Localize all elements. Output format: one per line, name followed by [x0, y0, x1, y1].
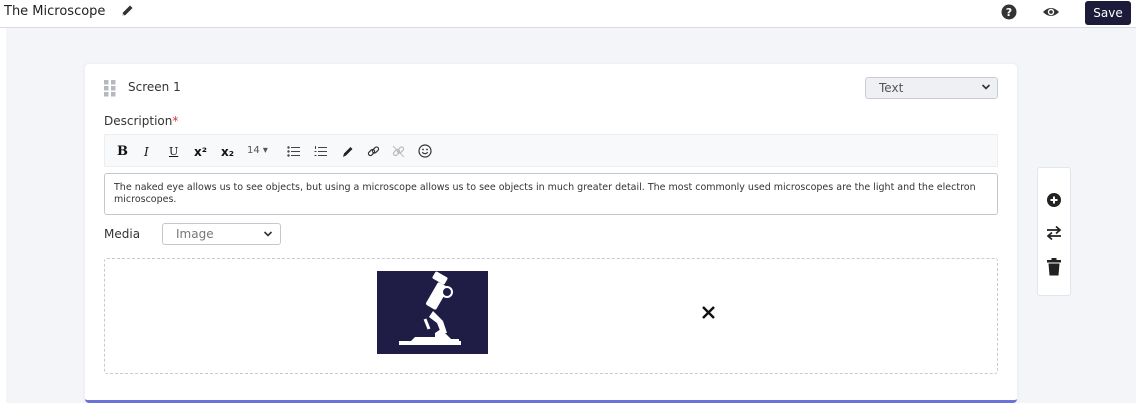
numbered-list-icon[interactable]	[314, 146, 327, 157]
description-editor[interactable]: The naked eye allows us to see objects, …	[104, 173, 998, 215]
media-type-value: Image	[176, 227, 214, 241]
superscript-button[interactable]: x²	[194, 145, 207, 159]
screen-type-select[interactable]: Text	[865, 77, 998, 99]
unlink-icon[interactable]	[392, 145, 405, 158]
screen-label: Screen 1	[128, 80, 181, 94]
top-bar: The Microscope ? Save	[0, 0, 1136, 28]
pencil-icon[interactable]	[119, 3, 135, 19]
remove-image-icon[interactable]	[701, 305, 716, 320]
subscript-button[interactable]: x₂	[221, 145, 234, 159]
text-color-icon[interactable]	[341, 145, 354, 158]
svg-text:?: ?	[1006, 6, 1012, 19]
media-dropzone[interactable]	[104, 258, 998, 374]
side-action-panel	[1037, 167, 1071, 296]
page-title: The Microscope	[4, 4, 106, 19]
bullet-list-icon[interactable]	[287, 146, 300, 157]
chevron-down-icon	[263, 231, 273, 237]
delete-icon[interactable]	[1046, 258, 1062, 276]
underline-button[interactable]: U	[169, 145, 178, 158]
swap-icon[interactable]	[1046, 225, 1062, 241]
font-size-value: 14	[247, 145, 260, 156]
description-label: Description*	[104, 114, 178, 128]
font-size-select[interactable]: 14 ▾	[247, 145, 268, 156]
description-label-text: Description	[104, 114, 173, 128]
link-icon[interactable]	[367, 145, 380, 158]
eye-icon[interactable]	[1042, 5, 1060, 19]
drag-handle-icon[interactable]	[104, 80, 117, 97]
add-icon[interactable]	[1046, 192, 1062, 208]
screen-type-value: Text	[879, 81, 904, 95]
bold-button[interactable]: B	[117, 144, 128, 159]
help-icon[interactable]: ?	[1001, 4, 1017, 20]
media-type-select[interactable]: Image	[162, 223, 281, 245]
microscope-image	[377, 271, 488, 354]
save-button[interactable]: Save	[1085, 1, 1131, 25]
emoji-icon[interactable]	[418, 144, 432, 158]
media-label: Media	[104, 227, 141, 241]
chevron-down-icon	[981, 84, 991, 90]
editor-toolbar: B I U x² x₂ 14 ▾	[104, 134, 998, 167]
italic-button[interactable]: I	[144, 145, 149, 159]
required-mark: *	[172, 114, 179, 128]
